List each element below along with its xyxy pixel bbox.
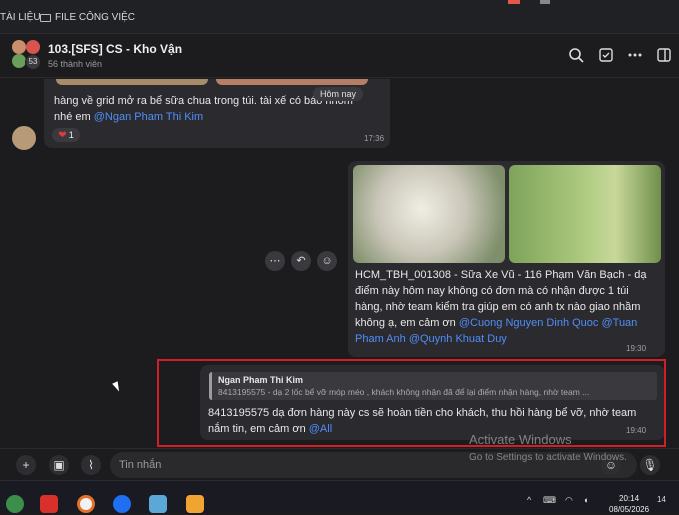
clock-time: 20:14 xyxy=(619,494,640,503)
add-icon[interactable]: + xyxy=(16,455,36,475)
avatar xyxy=(12,54,26,68)
member-count[interactable]: 56 thành viên xyxy=(48,59,102,69)
member-count-badge: 53 xyxy=(25,54,41,70)
reaction-badge[interactable]: ❤ 1 xyxy=(52,128,80,142)
mouse-cursor xyxy=(112,381,122,393)
message-image[interactable] xyxy=(216,79,368,85)
taskbar: ^ ⌨ ◠ ◖ 20:14 08/05/2026 14 xyxy=(0,480,679,514)
image-icon[interactable]: ▣ xyxy=(49,455,69,475)
wifi-icon[interactable]: ◠ xyxy=(565,495,573,506)
app-icon[interactable] xyxy=(77,495,95,513)
group-avatar[interactable]: 53 xyxy=(12,40,42,70)
message-time: 19:30 xyxy=(626,344,647,353)
bookmark-bar: TÀI LIỆU FILE CÔNG VIỆC xyxy=(0,0,679,34)
bookmark-tai-lieu[interactable]: TÀI LIỆU xyxy=(0,12,41,23)
input-placeholder: Tin nhắn xyxy=(119,459,162,471)
reaction-count: 1 xyxy=(68,130,74,140)
zalo-icon[interactable] xyxy=(113,495,131,513)
message-image[interactable] xyxy=(509,165,661,263)
avatar xyxy=(26,40,40,54)
browser-icon xyxy=(508,0,520,4)
bookmark-label: TÀI LIỆU xyxy=(0,12,41,23)
browser-icon xyxy=(540,0,550,4)
app-icon[interactable] xyxy=(186,495,204,513)
more-icon[interactable] xyxy=(626,46,644,64)
avatar xyxy=(12,40,26,54)
mention-link[interactable]: @Ngan Pham Thi Kim xyxy=(94,111,203,123)
clock-date: 08/05/2026 xyxy=(609,505,650,514)
bookmark-file-cong-viec[interactable]: FILE CÔNG VIỆC xyxy=(40,12,135,23)
network-icon[interactable]: ⌨ xyxy=(543,495,556,506)
wps-icon[interactable] xyxy=(40,495,58,513)
reply-icon[interactable]: ↶ xyxy=(291,251,311,271)
mic-icon[interactable]: 🎙 xyxy=(640,455,660,475)
message-bubble[interactable]: HCM_TBH_001308 - Sữa Xe Vũ - 116 Phạm Vă… xyxy=(348,161,665,357)
app-icon[interactable] xyxy=(6,495,24,513)
page-title[interactable]: 103.[SFS] CS - Kho Vận xyxy=(48,42,182,56)
message-image[interactable] xyxy=(353,165,505,263)
volume-icon[interactable]: ◖ xyxy=(583,495,588,505)
avatar[interactable] xyxy=(12,126,36,150)
message-list[interactable]: hàng về grid mở ra bể sữa chua trong túi… xyxy=(0,79,679,448)
search-icon[interactable] xyxy=(567,46,585,64)
watermark-title: Activate Windows xyxy=(469,432,572,447)
app-icon[interactable] xyxy=(149,495,167,513)
message-image[interactable] xyxy=(56,79,208,85)
more-icon[interactable]: ⋯ xyxy=(265,251,285,271)
message-line: nhé em xyxy=(54,111,94,123)
folder-icon xyxy=(40,13,51,22)
message-time: 17:36 xyxy=(364,134,385,143)
highlight-box xyxy=(157,359,666,447)
calendar-check-icon[interactable] xyxy=(597,46,615,64)
chat-header: 53 103.[SFS] CS - Kho Vận 56 thành viên xyxy=(0,34,679,78)
notification-badge[interactable]: 14 xyxy=(657,495,666,504)
watermark-subtitle: Go to Settings to activate Windows. xyxy=(469,452,627,463)
attach-icon[interactable]: ⌇ xyxy=(81,455,101,475)
bookmark-label: FILE CÔNG VIỆC xyxy=(55,12,136,23)
date-separator: Hôm nay xyxy=(313,87,364,101)
message-text: HCM_TBH_001308 - Sữa Xe Vũ - 116 Phạm Vă… xyxy=(355,267,655,347)
chevron-up-icon[interactable]: ^ xyxy=(527,495,531,505)
heart-icon: ❤ xyxy=(58,129,67,141)
emoji-icon[interactable]: ☺ xyxy=(317,251,337,271)
panel-icon[interactable] xyxy=(655,46,673,64)
